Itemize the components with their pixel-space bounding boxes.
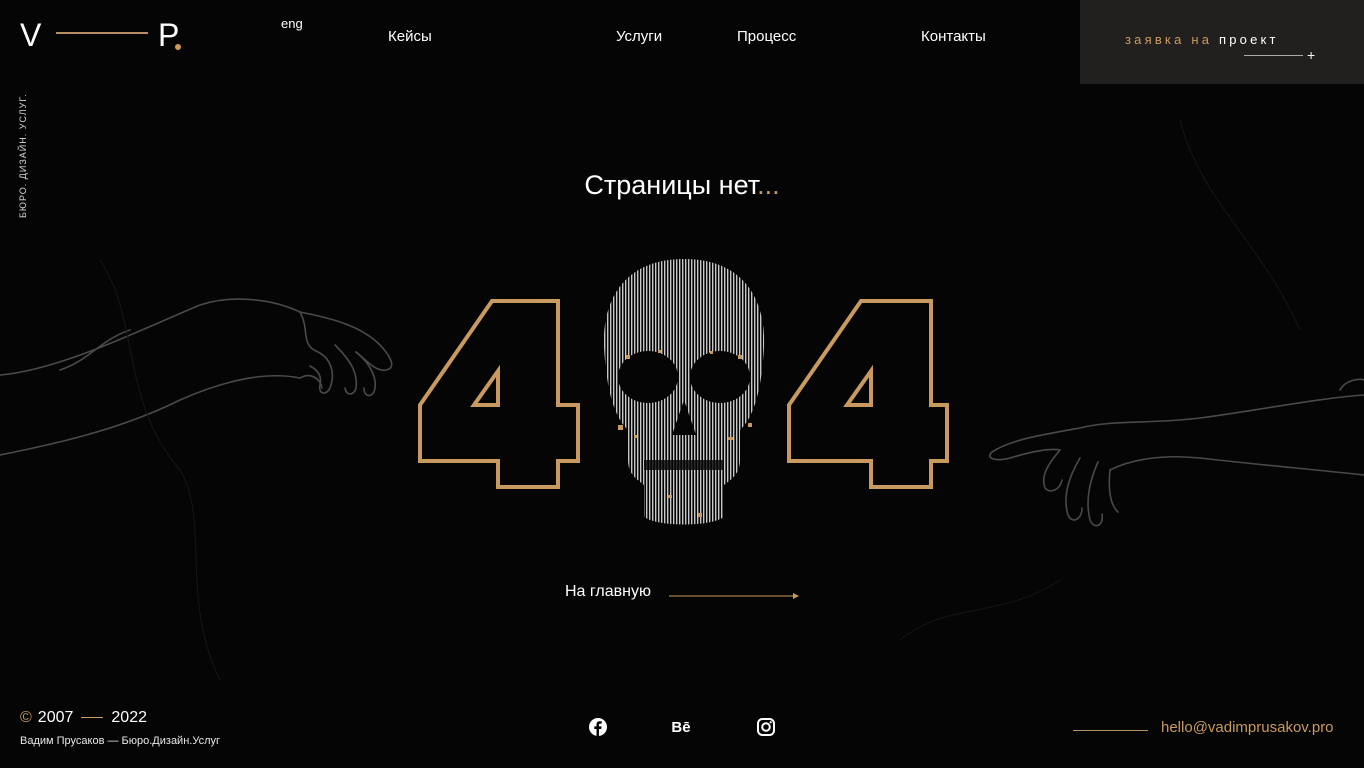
page-title-text: Страницы нет <box>584 170 758 200</box>
page-title-ellipsis: ... <box>757 170 780 200</box>
email-line <box>1073 730 1148 731</box>
error-code-digit-right: 4 <box>787 299 949 489</box>
nav-item-services[interactable]: Услуги <box>616 28 662 45</box>
cta-underline <box>1244 55 1303 56</box>
footer-subtitle: Вадим Прусаков — Бюро.Дизайн.Услуг <box>20 735 221 747</box>
skull-icon <box>603 259 765 525</box>
error-code-digit-right-label: 4 <box>787 299 788 300</box>
instagram-icon[interactable] <box>755 716 777 738</box>
year-divider <box>81 717 104 719</box>
page-title: Страницы нет... <box>0 170 1364 201</box>
logo[interactable]: V P <box>20 18 185 52</box>
cta-label-part1: заявка на <box>1125 32 1213 47</box>
year-start: 2007 <box>37 709 74 726</box>
logo-letter-v: V <box>20 17 42 53</box>
error-code-digit-left-label: 4 <box>418 299 419 300</box>
behance-icon[interactable]: Bē <box>670 716 692 738</box>
nav-item-process[interactable]: Процесс <box>737 28 796 45</box>
cta-label-part2: проект <box>1218 32 1279 47</box>
project-request-button[interactable]: заявка на проект + <box>1080 0 1364 84</box>
behance-label: Bē <box>671 718 691 736</box>
logo-line <box>56 32 148 34</box>
year-end: 2022 <box>111 709 147 726</box>
home-link[interactable]: На главную <box>565 583 651 601</box>
cta-label: заявка на проект <box>1125 32 1279 47</box>
email-link[interactable]: hello@vadimprusakov.pro <box>1161 719 1334 736</box>
facebook-icon[interactable] <box>587 716 609 738</box>
nav-item-contacts[interactable]: Контакты <box>921 28 986 45</box>
error-code-digit-left: 4 <box>418 299 580 489</box>
plus-icon: + <box>1307 47 1316 63</box>
copyright-icon: © <box>20 709 32 726</box>
language-switch[interactable]: eng <box>281 16 303 31</box>
arrow-right-icon[interactable] <box>669 591 801 601</box>
footer-years: © 2007 2022 <box>20 709 147 727</box>
nav-item-cases[interactable]: Кейсы <box>388 28 432 45</box>
logo-dot <box>175 44 181 50</box>
